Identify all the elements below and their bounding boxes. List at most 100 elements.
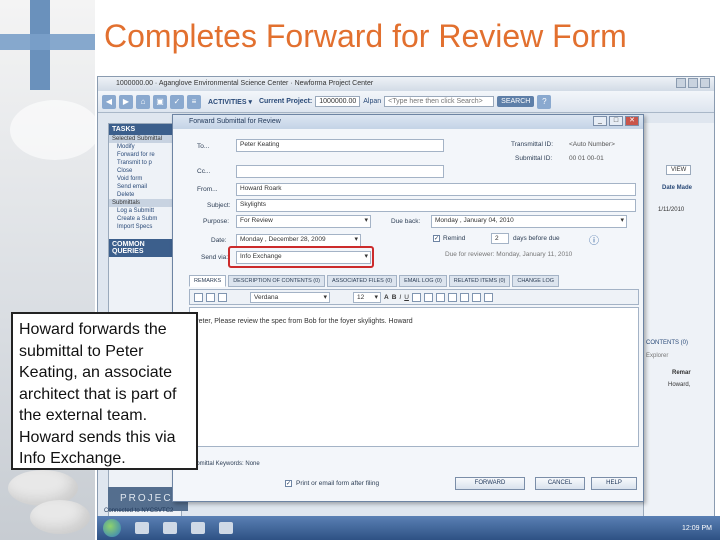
cross-logo-horizontal [0, 34, 95, 50]
tab-associated-files[interactable]: ASSOCIATED FILES (0) [326, 275, 398, 287]
submittal-id-label: Submittal ID: [515, 155, 553, 162]
project-selector[interactable]: 1000000.00 [315, 96, 361, 107]
remind-checkbox[interactable]: ✓ [433, 235, 440, 242]
dialog-maximize-button[interactable]: □ [609, 116, 623, 126]
tab-remarks[interactable]: REMARKS [189, 275, 227, 287]
bold-icon[interactable]: B [392, 294, 397, 301]
print-label: Print or email form after filing [296, 480, 380, 487]
slide: Completes Forward for Review Form 100000… [0, 0, 720, 540]
font-select[interactable]: Verdana [250, 291, 330, 303]
explorer-link[interactable]: Explorer [646, 353, 668, 359]
list-icon[interactable]: ≡ [187, 94, 201, 109]
start-button-icon[interactable] [103, 519, 121, 537]
sidebar-item[interactable]: Send email [109, 183, 181, 191]
ie-icon[interactable] [135, 522, 149, 534]
app-title: 1000000.00 · Aganglove Environmental Sci… [116, 80, 374, 87]
date-made-value: 1/11/2010 [658, 207, 685, 213]
bullets-icon[interactable] [447, 292, 457, 302]
remarks-editor[interactable]: Peter, Please review the spec from Bob f… [189, 307, 639, 447]
decorative-glow [10, 100, 95, 160]
main-toolbar: ◀ ▶ ⌂ ▣ ✓ ≡ ACTIVITIES ▾ Current Project… [98, 91, 714, 113]
help-button[interactable]: HELP [591, 477, 637, 490]
remarks-text: Peter, Please review the spec from Bob f… [194, 318, 413, 325]
view-button[interactable]: VIEW [666, 165, 692, 175]
project-icon[interactable]: ▣ [153, 94, 167, 109]
paste-icon[interactable] [218, 292, 227, 302]
font-color-icon[interactable]: A [384, 294, 389, 301]
forward-button[interactable]: FORWARD [455, 477, 525, 490]
back-icon[interactable]: ◀ [102, 94, 116, 109]
tasks-icon[interactable]: ✓ [170, 94, 184, 109]
app-icon[interactable] [191, 522, 205, 534]
cc-button[interactable]: Cc... [197, 168, 210, 175]
tab-change-log[interactable]: CHANGE LOG [512, 275, 560, 287]
align-left-icon[interactable] [411, 292, 421, 302]
project-location: Alpan [363, 98, 382, 105]
sidebar-item[interactable]: Void form [109, 175, 181, 183]
dialog-title: Forward Submittal for Review [189, 118, 281, 125]
submittal-keywords[interactable]: Submittal Keywords: None [189, 461, 309, 467]
sidebar-item[interactable]: Log a Submitt [109, 207, 181, 215]
cancel-button[interactable]: CANCEL [535, 477, 585, 490]
sidebar-item[interactable]: Transmit to p [109, 159, 181, 167]
clock: 12:09 PM [682, 524, 712, 532]
subject-field[interactable]: Skylights [236, 199, 636, 212]
cc-field[interactable] [236, 165, 444, 178]
callout-text: Howard forwards the submittal to Peter K… [19, 321, 177, 467]
info-icon[interactable]: ⓘ [589, 232, 599, 247]
purpose-select[interactable]: For Review [236, 215, 371, 228]
sidebar-item[interactable]: Delete [109, 191, 181, 199]
close-button[interactable] [700, 78, 710, 88]
link-icon[interactable] [483, 292, 493, 302]
to-field[interactable]: Peter Keating [236, 139, 444, 152]
home-icon[interactable]: ⌂ [136, 94, 150, 109]
remind-suffix: days before due [513, 235, 560, 242]
help-icon[interactable]: ? [537, 94, 552, 109]
search-button[interactable]: SEARCH [497, 96, 535, 107]
remind-days-input[interactable]: 2 [491, 233, 509, 244]
send-via-label: Send via: [201, 254, 229, 261]
activities-menu[interactable]: ACTIVITIES ▾ [208, 98, 252, 106]
tab-email-log[interactable]: EMAIL LOG (0) [399, 275, 447, 287]
windows-taskbar: 12:09 PM [97, 516, 720, 540]
align-center-icon[interactable] [423, 292, 433, 302]
callout-box: Howard forwards the submittal to Peter K… [11, 312, 198, 470]
subject-label: Subject: [207, 202, 231, 209]
align-right-icon[interactable] [435, 292, 445, 302]
tab-description[interactable]: DESCRIPTION OF CONTENTS (0) [228, 275, 325, 287]
from-field[interactable]: Howard Roark [236, 183, 636, 196]
from-button[interactable]: From... [197, 186, 218, 193]
explorer-icon[interactable] [163, 522, 177, 534]
sidebar-item[interactable]: Import Specs [109, 223, 181, 231]
forward-icon[interactable]: ▶ [119, 94, 133, 109]
italic-icon[interactable]: I [399, 294, 401, 301]
app-icon[interactable] [219, 522, 233, 534]
to-button[interactable]: To... [197, 143, 209, 150]
sidebar-subheader: Selected Submittal [109, 135, 181, 143]
maximize-button[interactable] [688, 78, 698, 88]
dialog-close-button[interactable]: ✕ [625, 116, 639, 126]
font-size-select[interactable]: 12 [353, 291, 381, 303]
remarks-column-header: Remar [672, 370, 691, 376]
dialog-titlebar: Forward Submittal for Review _ □ ✕ [173, 115, 643, 129]
print-checkbox[interactable]: ✓ [285, 480, 292, 487]
search-input[interactable]: <Type here then click Search> [384, 96, 495, 107]
sidebar-item[interactable]: Close [109, 167, 181, 175]
minimize-button[interactable] [676, 78, 686, 88]
contents-tab[interactable]: CONTENTS (0) [646, 340, 688, 346]
sidebar-item[interactable]: Forward for re [109, 151, 181, 159]
image-icon[interactable] [471, 292, 481, 302]
copy-icon[interactable] [206, 292, 215, 302]
sidebar-item[interactable]: Create a Subm [109, 215, 181, 223]
dialog-minimize-button[interactable]: _ [593, 116, 607, 126]
cut-icon[interactable] [194, 292, 203, 302]
numbering-icon[interactable] [459, 292, 469, 302]
tab-related-items[interactable]: RELATED ITEMS (0) [448, 275, 511, 287]
tasks-header: TASKS [109, 124, 181, 135]
underline-icon[interactable]: U [404, 294, 409, 301]
remarks-cell: Howard, [668, 382, 691, 388]
sidebar-subheader: Submittals [109, 199, 181, 207]
transmittal-id-value: <Auto Number> [569, 141, 615, 148]
due-back-date-picker[interactable]: Monday , January 04, 2010 [431, 215, 627, 228]
sidebar-item[interactable]: Modify [109, 143, 181, 151]
